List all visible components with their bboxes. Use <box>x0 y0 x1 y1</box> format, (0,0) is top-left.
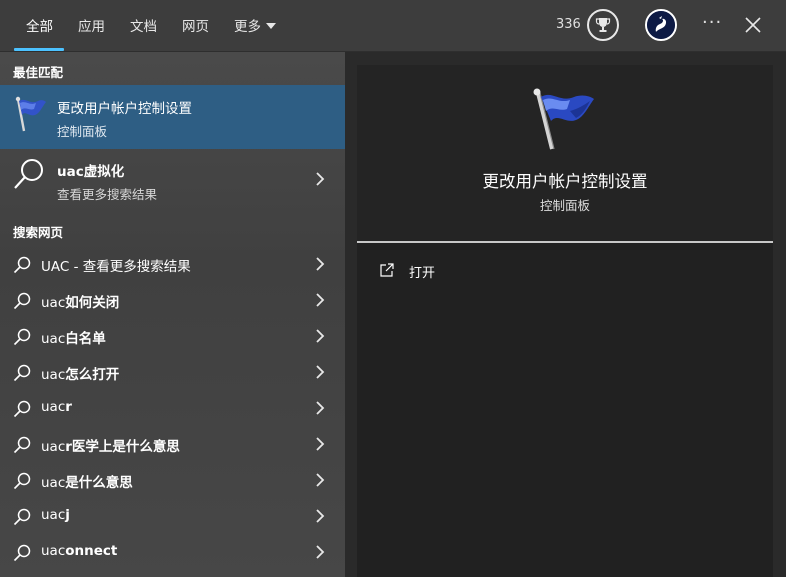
web-result-prefix: uac <box>41 367 66 383</box>
uac-virtualization-item[interactable]: uac虚拟化 查看更多搜索结果 <box>0 149 345 209</box>
tab-more-label: 更多 <box>234 19 261 35</box>
tab-documents[interactable]: 文档 <box>130 15 157 35</box>
avatar[interactable] <box>645 9 677 41</box>
web-result-bold: r <box>65 399 72 415</box>
uac-flag-icon <box>15 96 46 132</box>
search-icon <box>13 292 31 310</box>
search-icon <box>13 364 31 382</box>
uac-result-title: uac虚拟化 <box>57 164 125 180</box>
chevron-right-icon <box>316 509 325 523</box>
web-result-text: uac白名单 <box>41 327 106 347</box>
preview-divider <box>357 241 773 243</box>
best-match-subtitle: 控制面板 <box>57 124 108 139</box>
web-result-text: uac如何关闭 <box>41 291 119 311</box>
web-result-text: uacr医学上是什么意思 <box>41 435 180 455</box>
web-result-prefix: uac <box>41 475 66 491</box>
chevron-right-icon <box>316 365 325 379</box>
web-result-prefix: uac <box>41 507 66 523</box>
search-icon <box>13 472 31 490</box>
best-match-title: 更改用户帐户控制设置 <box>57 101 192 117</box>
web-result-prefix: uac <box>41 399 66 415</box>
search-icon <box>13 256 31 274</box>
tab-more[interactable]: 更多 <box>234 15 276 35</box>
web-result-prefix: uac <box>41 439 66 455</box>
uac-flag-icon <box>533 88 594 150</box>
chevron-right-icon <box>316 172 325 186</box>
web-result-item[interactable]: uacr <box>0 390 345 426</box>
web-search-heading: 搜索网页 <box>13 225 64 240</box>
chevron-right-icon <box>316 257 325 271</box>
preview-subtitle: 控制面板 <box>539 198 590 213</box>
open-action[interactable]: 打开 <box>379 261 579 281</box>
web-result-text: uac怎么打开 <box>41 363 119 383</box>
tab-web[interactable]: 网页 <box>182 15 209 35</box>
web-result-item[interactable]: uac白名单 <box>0 318 345 354</box>
search-icon <box>14 159 43 189</box>
web-result-bold: 是什么意思 <box>65 475 133 491</box>
more-icon[interactable]: ··· <box>702 12 722 33</box>
rewards-points[interactable]: 336 <box>556 17 581 32</box>
search-icon <box>13 400 31 418</box>
top-bar: 全部 应用 文档 网页 更多 336 ··· <box>0 0 786 52</box>
chevron-right-icon <box>316 293 325 307</box>
web-result-item[interactable]: uaconnect <box>0 534 345 570</box>
chevron-right-icon <box>316 545 325 559</box>
search-icon <box>13 544 31 562</box>
web-result-text: uacj <box>41 507 70 523</box>
active-tab-indicator <box>14 48 64 51</box>
open-action-label: 打开 <box>409 266 436 281</box>
preview-pane: 更改用户帐户控制设置 控制面板 打开 <box>357 65 773 577</box>
chevron-right-icon <box>316 437 325 451</box>
tab-apps[interactable]: 应用 <box>78 15 105 35</box>
web-result-item[interactable]: UAC - 查看更多搜索结果 <box>0 246 345 282</box>
web-result-suffix: - 查看更多搜索结果 <box>69 259 191 275</box>
web-result-bold: onnect <box>65 543 118 559</box>
uac-result-subtitle: 查看更多搜索结果 <box>57 187 158 202</box>
results-list: 最佳匹配 更改用户帐户控制设置 控制面板 uac虚拟化 查看更多搜索结果 搜索网… <box>0 52 345 577</box>
chevron-right-icon <box>316 473 325 487</box>
trophy-icon[interactable] <box>587 9 619 41</box>
preview-title: 更改用户帐户控制设置 <box>482 172 648 191</box>
web-result-item[interactable]: uac是什么意思 <box>0 462 345 498</box>
web-result-text: uacr <box>41 399 72 415</box>
web-result-text: uac是什么意思 <box>41 471 133 491</box>
search-icon <box>13 328 31 346</box>
open-icon <box>380 263 394 277</box>
web-result-bold: 白名单 <box>65 331 106 347</box>
web-result-prefix: uac <box>41 543 66 559</box>
chevron-down-icon <box>266 23 276 29</box>
web-result-text: UAC - 查看更多搜索结果 <box>41 255 191 275</box>
chevron-right-icon <box>316 329 325 343</box>
web-result-item[interactable]: uac怎么打开 <box>0 354 345 390</box>
web-result-bold: j <box>65 507 70 523</box>
search-icon <box>13 508 31 526</box>
best-match-item[interactable]: 更改用户帐户控制设置 控制面板 <box>0 85 345 149</box>
close-icon[interactable] <box>744 16 762 34</box>
web-result-bold: 怎么打开 <box>65 367 120 383</box>
web-result-bold: 如何关闭 <box>65 295 120 311</box>
web-result-item[interactable]: uacj <box>0 498 345 534</box>
chevron-right-icon <box>316 401 325 415</box>
web-result-item[interactable]: uac如何关闭 <box>0 282 345 318</box>
web-result-prefix: uac <box>41 295 66 311</box>
tab-all[interactable]: 全部 <box>26 15 53 35</box>
best-match-heading: 最佳匹配 <box>13 65 64 80</box>
web-result-prefix: uac <box>41 331 66 347</box>
web-result-bold: r医学上是什么意思 <box>65 439 180 455</box>
preview-header: 更改用户帐户控制设置 控制面板 <box>357 65 773 241</box>
web-result-text: uaconnect <box>41 543 117 559</box>
web-result-prefix: UAC <box>41 259 70 275</box>
web-result-item[interactable]: uacr医学上是什么意思 <box>0 426 345 462</box>
search-icon <box>13 436 31 454</box>
